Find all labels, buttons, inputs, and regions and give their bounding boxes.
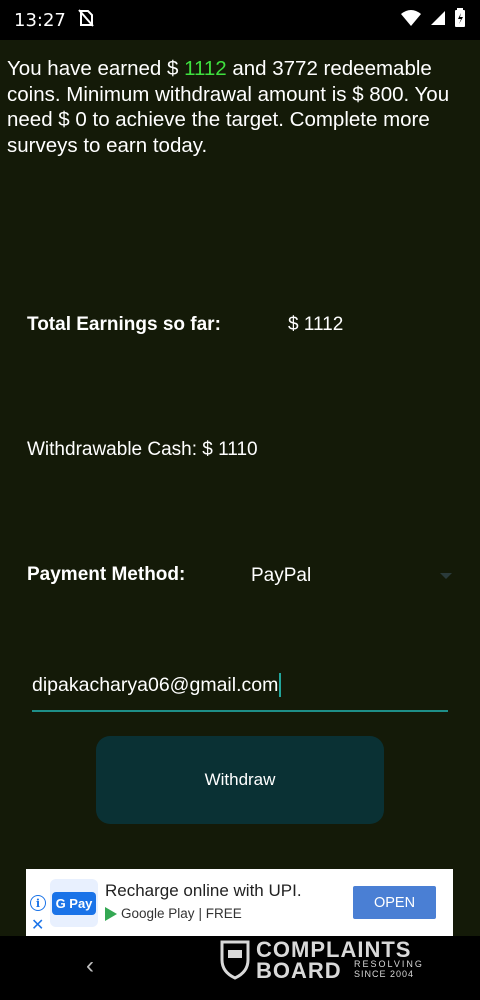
back-icon[interactable]: ‹ [86, 952, 94, 980]
total-earnings-value: $ 1112 [288, 314, 344, 335]
withdraw-button[interactable]: Withdraw [96, 736, 384, 824]
watermark: COMPLAINTS BOARD RESOLVING SINCE 2004 [218, 937, 438, 983]
shield-icon [220, 940, 250, 980]
status-left: 13:27 [14, 8, 94, 32]
intro-earned-amount: 1112 [184, 57, 227, 80]
withdrawable-cash-label: Withdrawable Cash: $ 1110 [27, 439, 258, 460]
intro-part1: You have earned $ [7, 57, 185, 80]
ad-store: Google Play [121, 906, 195, 921]
watermark-small1: RESOLVING [354, 959, 424, 969]
ad-title: Recharge online with UPI. [105, 881, 302, 900]
watermark-small2: SINCE 2004 [354, 969, 415, 979]
text-cursor [279, 673, 282, 697]
gpay-logo: G Pay [50, 879, 98, 927]
ad-subtitle: Google Play | FREE [105, 906, 242, 921]
earnings-summary-text: You have earned $ 1112 and 3772 redeemab… [7, 56, 477, 158]
status-right [400, 7, 466, 33]
chevron-down-icon [440, 573, 452, 579]
close-icon[interactable]: ✕ [31, 915, 44, 935]
gpay-logo-text: G Pay [51, 891, 97, 915]
payment-method-label: Payment Method: [27, 564, 186, 585]
email-field[interactable]: dipakacharya06@gmail.com [32, 660, 448, 712]
ad-banner[interactable]: i ✕ G Pay Recharge online with UPI. Goog… [26, 869, 453, 936]
ad-price: | FREE [198, 906, 242, 921]
google-play-icon [105, 906, 117, 921]
battery-icon [454, 7, 466, 33]
no-sim-icon [78, 8, 94, 32]
info-icon[interactable]: i [30, 895, 46, 911]
total-earnings-label: Total Earnings so far: [27, 314, 221, 335]
status-time: 13:27 [14, 9, 66, 31]
watermark-line2: BOARD [256, 958, 342, 983]
email-value: dipakacharya06@gmail.com [32, 673, 279, 696]
wifi-icon [400, 9, 422, 32]
payment-method-value: PayPal [251, 565, 312, 586]
status-bar: 13:27 [0, 0, 480, 40]
ad-open-button[interactable]: OPEN [353, 886, 436, 919]
payment-method-dropdown[interactable]: PayPal [240, 556, 460, 596]
signal-icon [430, 10, 446, 31]
